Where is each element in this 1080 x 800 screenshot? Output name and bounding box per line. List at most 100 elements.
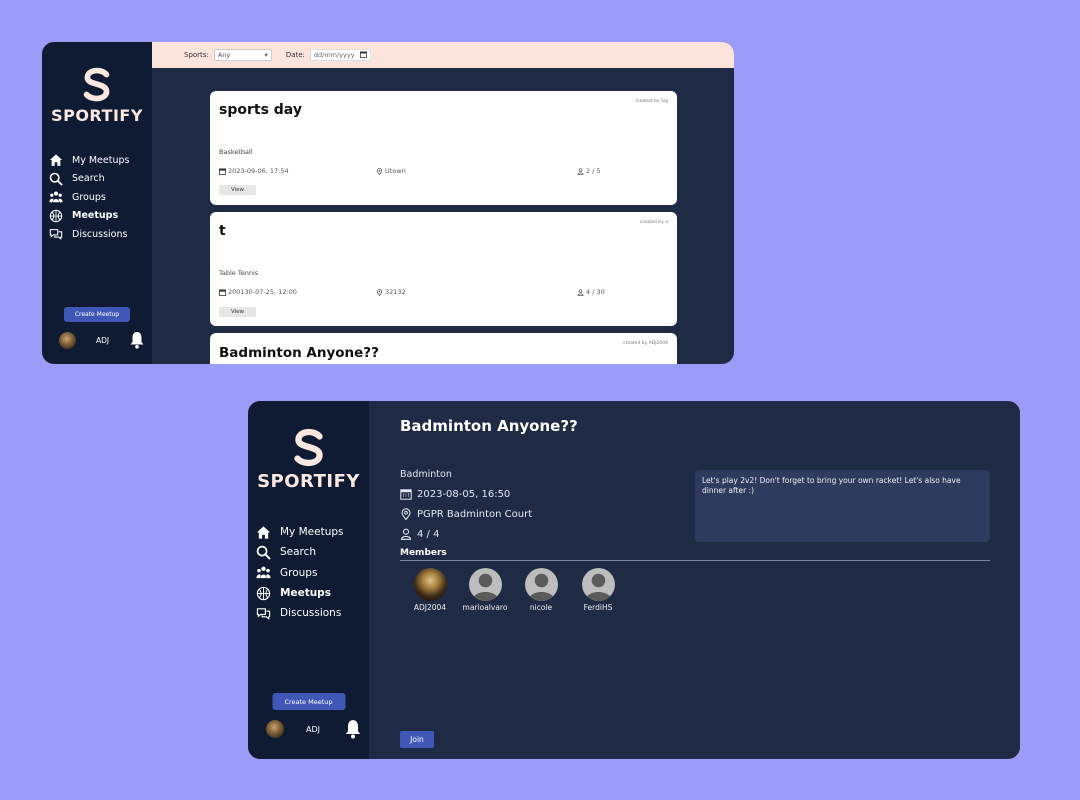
person-icon [577,288,584,296]
meetup-detail-main: Badminton Anyone?? Badminton 2023-08-05,… [369,401,1020,759]
meetup-capacity: 2 / 5 [577,167,601,175]
sports-select[interactable]: Any ▾ [213,49,272,61]
app-name: SPORTIFY [51,106,143,125]
meetup-datetime-text: 2023-08-05, 16:50 [417,488,511,500]
meetups-main: Sports: Any ▾ Date: dd/mm/yyyy sports da… [152,42,734,364]
member-name: marioalvaro [462,603,508,612]
sidebar-item-meetups[interactable]: Meetups [254,583,369,603]
filter-bar: Sports: Any ▾ Date: dd/mm/yyyy [152,42,734,68]
discussions-icon [254,604,272,622]
default-avatar-icon [524,568,558,601]
calendar-icon [219,288,226,296]
logo-mark-icon [83,67,110,102]
date-filter-label: Date: [285,51,305,59]
sidebar-item-search[interactable]: Search [48,170,152,189]
meetup-capacity-text: 4 / 30 [586,288,605,296]
member-item[interactable]: FerdiHS [568,568,628,612]
meetup-datetime-text: 2023-09-06, 17:54 [228,167,289,175]
default-avatar-icon [581,568,615,601]
members-heading: Members [400,548,447,558]
meetup-capacity-text: 2 / 5 [586,167,601,175]
member-name: FerdiHS [583,603,613,612]
sidebar-item-discussions[interactable]: Discussions [48,225,152,244]
person-icon [577,167,584,175]
sidebar-item-discussions[interactable]: Discussions [254,603,369,623]
sidebar-item-my-meetups[interactable]: My Meetups [48,151,152,170]
meetup-title: Badminton Anyone?? [400,417,578,435]
sports-select-value: Any [217,51,231,59]
divider [400,560,990,561]
meetup-description: Let's play 2v2! Don't forget to bring yo… [695,470,990,542]
meetup-card: sports day created by Sig Basketball 202… [210,91,677,205]
sidebar-item-groups[interactable]: Groups [48,188,152,207]
groups-icon [48,189,64,205]
meetup-datetime: 2023-09-06, 17:54 [219,167,289,175]
chevron-down-icon: ▾ [264,51,268,59]
meetup-sport: Table Tennis [219,269,259,277]
meetup-location: 32132 [376,288,406,296]
sidebar-nav: My Meetups Search Groups Meetups Discuss… [248,522,369,623]
meetup-detail-window: SPORTIFY My Meetups Search Groups Meetup… [248,401,1020,759]
meetup-capacity: 4 / 30 [577,288,605,296]
avatar[interactable] [266,720,284,738]
date-input[interactable]: dd/mm/yyyy [309,49,371,61]
sidebar-item-label: My Meetups [72,154,130,166]
bell-icon[interactable] [344,719,362,739]
meetups-icon [254,584,272,602]
app-logo[interactable]: SPORTIFY [248,427,369,492]
default-avatar-icon [468,568,502,601]
member-item[interactable]: marioalvaro [455,568,515,612]
bell-icon[interactable] [129,331,145,349]
date-input-placeholder: dd/mm/yyyy [313,51,355,59]
meetup-sport: Badminton [400,469,452,480]
meetups-icon [48,208,64,224]
create-meetup-button[interactable]: Create Meetup [64,307,130,322]
sidebar-item-my-meetups[interactable]: My Meetups [254,522,369,542]
meetup-card: t created by a Table Tennis 200130-07-25… [210,212,677,326]
member-name: ADJ2004 [413,603,447,612]
search-icon [48,171,64,187]
sidebar-item-label: Discussions [72,228,128,240]
member-item[interactable]: nicole [511,568,571,612]
search-icon [254,543,272,561]
sidebar: SPORTIFY My Meetups Search Groups Meetup… [248,401,369,759]
join-button[interactable]: Join [400,731,434,748]
view-button[interactable]: View [219,307,256,317]
meetup-title: sports day [219,102,302,118]
sports-filter-label: Sports: [184,51,209,59]
sidebar-item-groups[interactable]: Groups [254,563,369,583]
person-icon [400,528,412,540]
member-name: nicole [529,603,553,612]
sidebar-item-label: Meetups [280,587,331,600]
avatar [413,568,447,601]
meetup-location: PGPR Badminton Court [400,508,532,520]
create-meetup-button[interactable]: Create Meetup [272,693,345,710]
user-row: ADJ [42,331,152,349]
meetup-capacity: 4 / 4 [400,528,439,540]
groups-icon [254,564,272,582]
location-pin-icon [376,167,383,175]
meetup-title: t [219,223,226,239]
meetup-title: Badminton Anyone?? [219,345,379,361]
sidebar-item-label: Search [280,546,317,559]
sidebar: SPORTIFY My Meetups Search Groups Meetup… [42,42,152,364]
app-name: SPORTIFY [257,471,360,492]
avatar[interactable] [59,331,76,349]
meetup-location: Utown [376,167,406,175]
meetup-datetime-text: 200130-07-25, 12:00 [228,288,297,296]
user-name: ADJ [306,724,320,734]
home-icon [254,523,272,541]
sidebar-item-search[interactable]: Search [254,542,369,562]
meetup-datetime: 200130-07-25, 12:00 [219,288,297,296]
meetup-location-text: PGPR Badminton Court [417,508,533,520]
meetup-datetime: 2023-08-05, 16:50 [400,488,510,500]
view-button[interactable]: View [219,185,256,195]
meetup-creator: created by ADJ2004 [623,341,668,346]
calendar-icon[interactable] [359,50,367,60]
sidebar-item-label: Meetups [72,210,119,222]
app-logo[interactable]: SPORTIFY [42,66,152,125]
meetups-list-window: SPORTIFY My Meetups Search Groups Meetup… [42,42,734,364]
member-item[interactable]: ADJ2004 [400,568,460,612]
sidebar-item-meetups[interactable]: Meetups [48,207,152,226]
discussions-icon [48,226,64,242]
